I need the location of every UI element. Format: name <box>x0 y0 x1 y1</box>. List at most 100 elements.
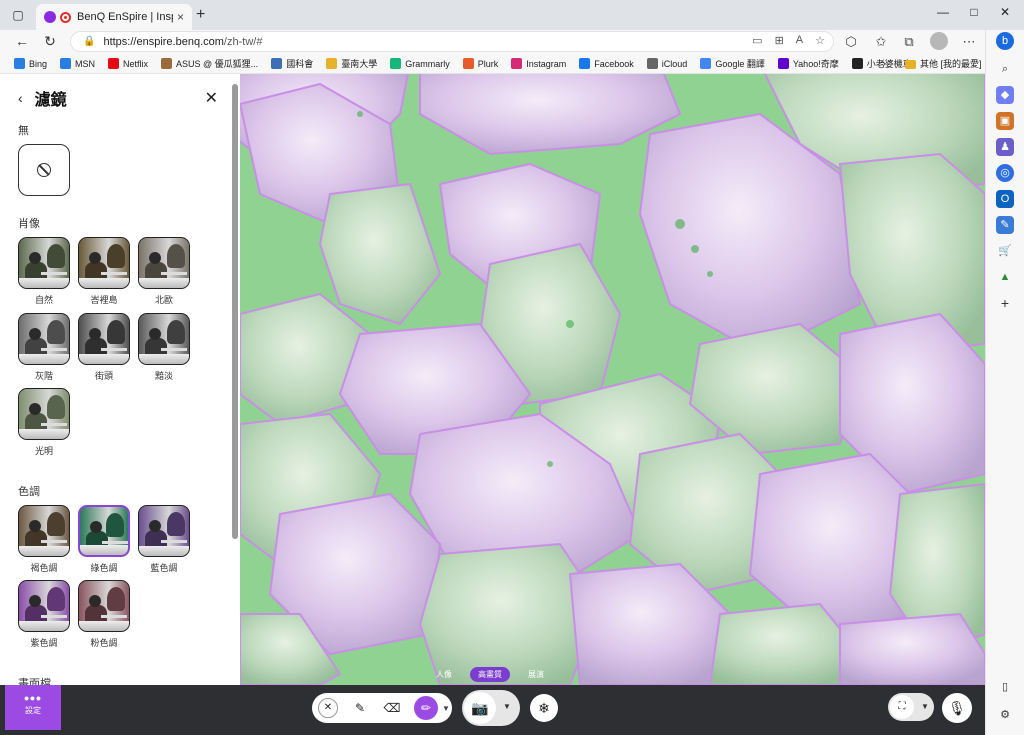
bookmark-favicon-icon <box>326 58 338 69</box>
filter-label: 藍色調 <box>150 563 178 573</box>
mode-option[interactable]: 展演 <box>520 667 552 682</box>
text-scan-control: ⛶ ▼ <box>888 693 934 721</box>
filter-option[interactable]: 粉色調 <box>78 580 130 649</box>
camera-permission-icon[interactable]: ▭ <box>752 34 762 47</box>
filter-option[interactable]: 藍色調 <box>138 505 190 574</box>
filter-label: 北歐 <box>154 295 173 305</box>
bookmark-item[interactable]: 國科會 <box>271 57 313 70</box>
shopping-tag-icon[interactable]: ◆ <box>996 86 1014 104</box>
other-favorites-label: 其他 [我的最愛] <box>920 59 982 69</box>
filter-label: 紫色調 <box>30 638 58 648</box>
filter-option[interactable]: 街頭 <box>78 313 130 382</box>
add-sidebar-icon[interactable]: + <box>996 294 1014 312</box>
panel-close-icon[interactable]: ✕ <box>205 88 218 108</box>
filter-option[interactable]: 光明 <box>18 388 70 457</box>
microphone-icon[interactable]: 🎙 <box>942 693 972 723</box>
bookmark-label: ASUS @ 優瓜狐狸... <box>176 59 259 69</box>
games-icon[interactable]: ♟ <box>996 138 1014 156</box>
minimize-button[interactable]: — <box>928 5 958 19</box>
profile-avatar[interactable] <box>930 32 948 50</box>
filter-option[interactable]: 黯淡 <box>138 313 190 382</box>
no-filter-button[interactable] <box>18 144 70 196</box>
hide-sidebar-icon[interactable]: ▯ <box>996 678 1014 696</box>
bookmark-item[interactable]: ASUS @ 優瓜狐狸... <box>161 57 258 70</box>
filter-option[interactable]: 綠色調 <box>78 505 130 574</box>
bookmark-item[interactable]: Yahoo!奇摩 <box>777 57 839 70</box>
filter-option[interactable]: 褐色調 <box>18 505 70 574</box>
bookmark-item[interactable]: Instagram <box>511 58 566 69</box>
close-tools-icon[interactable]: ✕ <box>318 698 338 718</box>
bookmark-item[interactable]: Bing <box>14 58 47 69</box>
pen-options-caret-icon[interactable]: ▼ <box>442 704 450 713</box>
browser-window: ▢ BenQ EnSpire | Inspire peop × + — □ ✕ … <box>0 0 1024 735</box>
drop-icon[interactable]: ✎ <box>996 216 1014 234</box>
favorite-star-icon[interactable]: ☆ <box>815 34 825 47</box>
panel-scrollbar[interactable] <box>232 84 238 539</box>
filter-thumbnail <box>18 237 70 289</box>
bookmark-item[interactable]: Plurk <box>462 58 498 69</box>
back-chevron-icon[interactable]: ‹ <box>18 90 23 106</box>
camera-capture-icon[interactable]: 📷 <box>464 692 496 724</box>
eraser-icon[interactable]: ⌫ <box>382 698 402 718</box>
bookmark-item[interactable]: iCloud <box>646 58 687 69</box>
filter-thumbnail <box>138 237 190 289</box>
tree-icon[interactable]: ▲ <box>996 268 1014 286</box>
filter-option[interactable]: 北歐 <box>138 237 190 306</box>
bookmark-item[interactable]: Netflix <box>108 58 148 69</box>
more-menu-icon[interactable]: ⋯ <box>960 34 978 50</box>
collections-icon[interactable]: ⧉ <box>900 34 918 50</box>
bookmark-favicon-icon <box>60 58 72 69</box>
tab-close-icon[interactable]: × <box>177 10 184 24</box>
section-tone: 色調 <box>18 486 40 498</box>
filter-option[interactable]: 峇裡島 <box>78 237 130 306</box>
pen-icon[interactable]: ✏ <box>414 696 438 720</box>
app-install-icon[interactable]: ⊞ <box>775 34 784 47</box>
new-tab-button[interactable]: + <box>196 6 205 24</box>
note-edit-icon[interactable]: ✎ <box>350 698 370 718</box>
filter-thumbnail <box>18 313 70 365</box>
filter-panel: ‹ 濾鏡 ✕ 無 肖像 色調 畫面檔 自然 峇裡島 北歐 灰階 街頭 黯淡 光明 褐色調 綠色調… <box>0 74 240 685</box>
filter-thumbnail <box>138 313 190 365</box>
close-window-button[interactable]: ✕ <box>990 5 1020 19</box>
text-recognition-icon[interactable]: ⛶ <box>890 695 914 719</box>
url-field[interactable]: 🔒 https://enspire.benq.com /zh-tw/# ▭ ⊞ … <box>70 31 834 52</box>
read-aloud-icon[interactable]: A <box>796 34 803 47</box>
bookmark-label: Instagram <box>526 58 567 69</box>
freeze-snowflake-icon[interactable]: ❄ <box>530 694 558 722</box>
bookmark-item[interactable]: Google 翻譯 <box>700 57 765 70</box>
bookmark-item[interactable]: MSN <box>60 58 95 69</box>
outlook-icon[interactable]: O <box>996 190 1014 208</box>
extensions-icon[interactable]: ⬡ <box>842 34 860 50</box>
filter-label: 灰階 <box>34 371 53 381</box>
bookmark-item[interactable]: 臺南大學 <box>326 57 377 70</box>
maximize-button[interactable]: □ <box>959 5 989 19</box>
bookmark-item[interactable]: Grammarly <box>390 58 450 69</box>
bookmarks-more-icon[interactable]: › <box>882 54 886 74</box>
capture-options-caret-icon[interactable]: ▼ <box>503 702 511 711</box>
tab-actions-icon[interactable]: ▢ <box>8 6 28 24</box>
settings-button[interactable]: ••• 設定 <box>5 685 61 730</box>
filter-option[interactable]: 自然 <box>18 237 70 306</box>
back-arrow-icon[interactable]: ← <box>12 33 32 49</box>
filter-option[interactable]: 灰階 <box>18 313 70 382</box>
bookmark-label: MSN <box>75 58 96 69</box>
bing-copilot-icon[interactable]: b <box>996 32 1014 50</box>
filter-option[interactable]: 紫色調 <box>18 580 70 649</box>
filter-label: 自然 <box>34 295 53 305</box>
sidebar-settings-icon[interactable]: ⚙ <box>996 706 1014 724</box>
bookmark-item[interactable]: Facebook <box>579 58 634 69</box>
office-icon[interactable]: ◎ <box>996 164 1014 182</box>
favorites-icon[interactable]: ✩ <box>872 34 890 50</box>
scan-options-caret-icon[interactable]: ▼ <box>921 702 929 711</box>
search-icon[interactable]: ⌕ <box>996 60 1014 78</box>
shopping-cart-icon[interactable]: 🛒 <box>996 242 1014 260</box>
mode-option[interactable]: 高畫質 <box>470 667 510 682</box>
bookmark-favicon-icon <box>271 58 283 69</box>
refresh-icon[interactable]: ↻ <box>40 33 60 50</box>
tab-benq-enspire[interactable]: BenQ EnSpire | Inspire peop × <box>36 4 192 30</box>
panel-title: 濾鏡 <box>34 92 67 109</box>
tools-icon[interactable]: ▣ <box>996 112 1014 130</box>
other-favorites-folder[interactable]: 其他 [我的最愛] <box>905 54 982 74</box>
camera-preview: 人像 高畫質 展演 <box>240 74 985 685</box>
mode-option[interactable]: 人像 <box>428 667 460 682</box>
